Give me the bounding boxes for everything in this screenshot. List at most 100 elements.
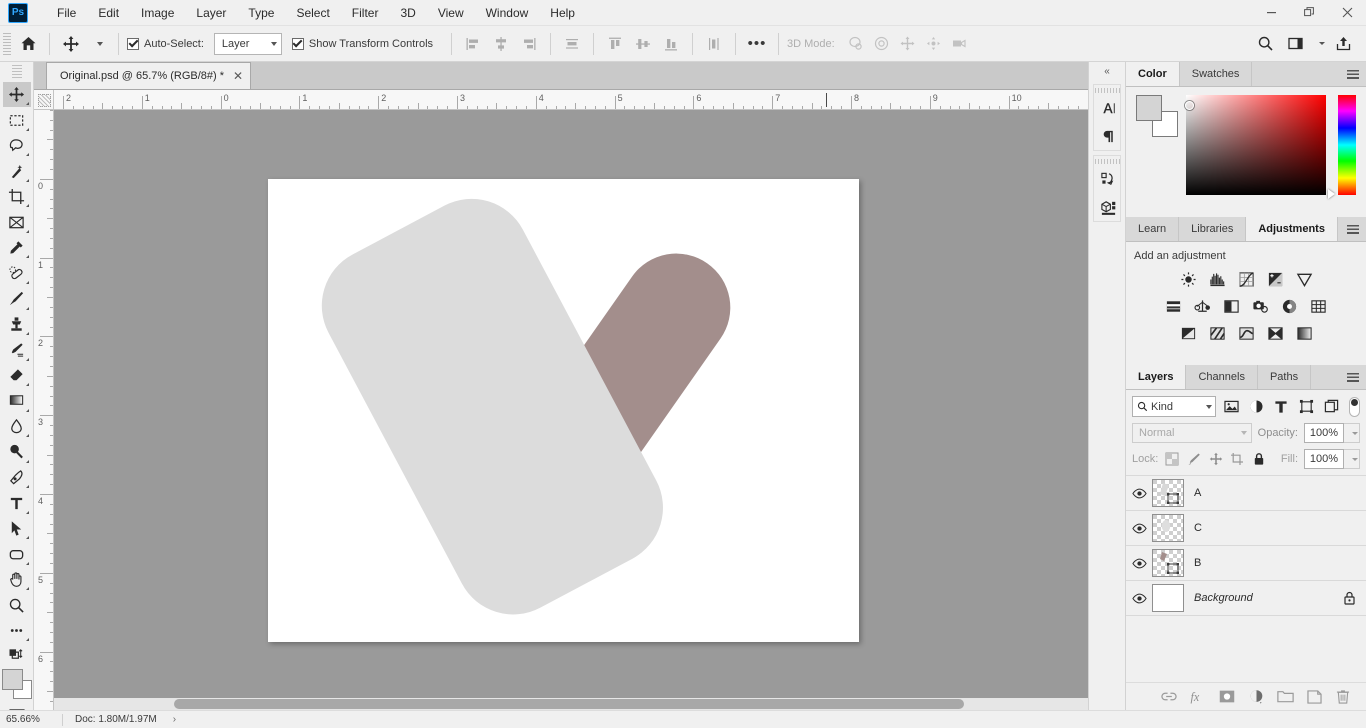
zoom-tool[interactable] (3, 592, 31, 618)
menu-window[interactable]: Window (475, 2, 540, 24)
layer-mask-icon[interactable] (1218, 688, 1236, 706)
orbit-3d-icon[interactable] (843, 31, 869, 57)
lock-position-icon[interactable] (1208, 450, 1224, 468)
menu-3d[interactable]: 3D (389, 2, 426, 24)
move-tool-icon[interactable] (58, 31, 84, 57)
pen-tool[interactable] (3, 465, 31, 491)
table-row[interactable]: C (1126, 511, 1366, 546)
menu-image[interactable]: Image (130, 2, 185, 24)
layer-name[interactable]: A (1194, 487, 1358, 499)
curves-icon[interactable] (1236, 270, 1256, 288)
opacity-value[interactable]: 100% (1304, 423, 1344, 443)
rail-group-grip[interactable] (1094, 156, 1120, 165)
paragraph-panel-icon[interactable] (1094, 122, 1122, 150)
pan-3d-icon[interactable] (895, 31, 921, 57)
hue-saturation-icon[interactable] (1164, 297, 1184, 315)
filter-shape-icon[interactable] (1296, 397, 1316, 417)
filter-smart-object-icon[interactable] (1322, 397, 1342, 417)
threshold-icon[interactable] (1236, 324, 1256, 342)
black-white-icon[interactable] (1222, 297, 1242, 315)
vibrance-icon[interactable] (1294, 270, 1314, 288)
color-lookup-icon[interactable] (1309, 297, 1329, 315)
type-tool[interactable] (3, 490, 31, 516)
horizontal-ruler[interactable]: 2 1 0 1 2 3 4 5 6 7 8 9 10 (54, 90, 1088, 110)
layer-visibility-toggle[interactable] (1126, 523, 1152, 534)
fill-chevron-down-icon[interactable] (1344, 449, 1360, 469)
tab-swatches[interactable]: Swatches (1179, 62, 1253, 86)
edit-toolbar-tool[interactable] (3, 618, 31, 644)
slide-3d-icon[interactable] (921, 31, 947, 57)
blend-mode-dropdown[interactable]: Normal (1132, 423, 1252, 443)
tab-libraries[interactable]: Libraries (1179, 217, 1247, 241)
menu-file[interactable]: File (46, 2, 87, 24)
new-fill-adjustment-icon[interactable] (1247, 688, 1265, 706)
new-layer-icon[interactable] (1305, 688, 1323, 706)
filter-enable-toggle[interactable] (1348, 396, 1360, 417)
workspace-chevron-down-icon[interactable] (1312, 31, 1326, 57)
exposure-icon[interactable] (1265, 270, 1285, 288)
camera-3d-icon[interactable] (947, 31, 973, 57)
levels-icon[interactable] (1207, 270, 1227, 288)
tab-paths[interactable]: Paths (1257, 365, 1312, 389)
move-tool[interactable] (2, 81, 31, 108)
lasso-tool[interactable] (3, 133, 31, 159)
maximize-restore-button[interactable] (1290, 0, 1328, 26)
color-spectrum-field[interactable] (1185, 95, 1326, 195)
menu-view[interactable]: View (427, 2, 475, 24)
blur-tool[interactable] (3, 414, 31, 440)
collapse-panels-button[interactable]: « (1089, 62, 1125, 80)
align-horizontal-centers-icon[interactable] (488, 31, 514, 57)
close-button[interactable] (1328, 0, 1366, 26)
show-transform-controls-checkbox[interactable]: Show Transform Controls (291, 37, 433, 50)
tab-learn[interactable]: Learn (1126, 217, 1180, 241)
tab-layers[interactable]: Layers (1126, 365, 1187, 389)
menu-filter[interactable]: Filter (341, 2, 390, 24)
3d-panel-icon[interactable] (1094, 193, 1122, 221)
more-options-icon[interactable]: ••• (744, 31, 770, 57)
layer-visibility-toggle[interactable] (1126, 488, 1152, 499)
filter-pixel-icon[interactable] (1221, 397, 1241, 417)
artboard[interactable] (268, 179, 859, 642)
align-left-edges-icon[interactable] (460, 31, 486, 57)
tool-preset-chevron-icon[interactable] (84, 31, 110, 57)
layer-visibility-toggle[interactable] (1126, 593, 1152, 604)
foreground-color-swatch[interactable] (1136, 95, 1162, 121)
channel-mixer-icon[interactable] (1280, 297, 1300, 315)
rectangular-marquee-tool[interactable] (3, 107, 31, 133)
opacity-chevron-down-icon[interactable] (1344, 423, 1360, 443)
layer-name[interactable]: B (1194, 557, 1358, 569)
invert-icon[interactable] (1178, 324, 1198, 342)
vertical-ruler[interactable]: 10123456 (34, 110, 54, 710)
share-icon[interactable] (1330, 31, 1356, 57)
foreground-background-color-swatches[interactable] (1, 669, 32, 699)
rail-group-grip[interactable] (1094, 85, 1120, 94)
layer-thumbnail[interactable] (1152, 549, 1184, 577)
status-expand-icon[interactable]: › (173, 714, 176, 725)
align-top-edges-icon[interactable] (602, 31, 628, 57)
layer-visibility-toggle[interactable] (1126, 558, 1152, 569)
layer-name[interactable]: Background (1194, 592, 1340, 604)
hue-slider[interactable] (1328, 95, 1356, 199)
foreground-color-swatch[interactable] (1, 669, 23, 691)
menu-select[interactable]: Select (285, 2, 340, 24)
table-row[interactable]: B (1126, 546, 1366, 581)
minimize-button[interactable] (1252, 0, 1290, 26)
ruler-origin-corner[interactable] (34, 90, 54, 110)
filter-type-icon[interactable] (1271, 397, 1291, 417)
rectangle-tool[interactable] (3, 541, 31, 567)
auto-select-scope-dropdown[interactable]: Layer (213, 32, 282, 55)
posterize-icon[interactable] (1207, 324, 1227, 342)
align-right-edges-icon[interactable] (516, 31, 542, 57)
layer-thumbnail[interactable] (1152, 514, 1184, 542)
adjustments-panel-menu-button[interactable] (1340, 217, 1366, 241)
lock-artboard-nesting-icon[interactable] (1229, 450, 1245, 468)
menu-edit[interactable]: Edit (87, 2, 130, 24)
tab-adjustments[interactable]: Adjustments (1246, 217, 1338, 241)
tab-channels[interactable]: Channels (1186, 365, 1258, 389)
tools-panel-grip[interactable] (11, 65, 22, 79)
brightness-contrast-icon[interactable] (1178, 270, 1198, 288)
gradient-tool[interactable] (3, 388, 31, 414)
layer-styles-icon[interactable]: fx (1189, 688, 1207, 706)
crop-tool[interactable] (3, 184, 31, 210)
layer-thumbnail[interactable] (1152, 479, 1184, 507)
